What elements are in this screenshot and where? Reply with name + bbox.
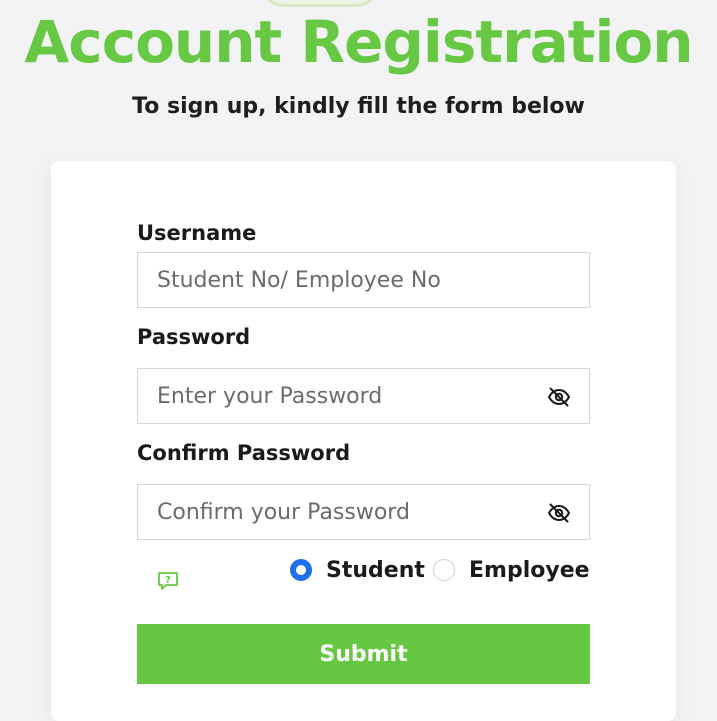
- role-option-student[interactable]: Student: [290, 553, 425, 587]
- page-subtitle: To sign up, kindly fill the form below: [132, 94, 585, 119]
- confirm-password-field-box: [137, 484, 590, 540]
- confirm-password-input[interactable]: [138, 485, 589, 539]
- confirm-password-label: Confirm Password: [137, 441, 351, 465]
- radio-student[interactable]: [290, 559, 312, 581]
- role-option-employee[interactable]: Employee: [433, 553, 590, 587]
- role-label-student: Student: [326, 557, 425, 583]
- username-field-box: [137, 252, 590, 308]
- password-input[interactable]: [138, 369, 589, 423]
- password-field-box: [137, 368, 590, 424]
- page-title: Account Registration: [24, 8, 693, 76]
- eye-off-icon[interactable]: [545, 499, 573, 527]
- role-radio-group: Student Employee: [0, 553, 717, 587]
- password-label: Password: [137, 325, 251, 349]
- username-input[interactable]: [138, 253, 589, 307]
- role-label-employee: Employee: [469, 557, 590, 583]
- submit-button[interactable]: Submit: [137, 624, 590, 684]
- username-label: Username: [137, 221, 257, 245]
- radio-employee[interactable]: [433, 559, 455, 581]
- eye-off-icon[interactable]: [545, 383, 573, 411]
